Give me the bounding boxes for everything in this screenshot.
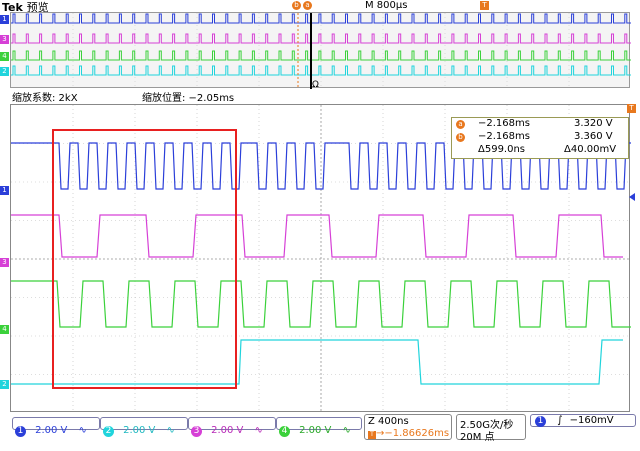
ov-ch4-marker: 4 bbox=[0, 52, 9, 61]
top-bar: Tek 预览 b a M 800μs T bbox=[0, 0, 640, 14]
ch1-scale: 2.00 V bbox=[35, 425, 68, 436]
overview-waveform-area[interactable] bbox=[10, 12, 631, 89]
trigger-position-readout: T →−1.86626ms bbox=[368, 428, 449, 439]
zoom-factor: 缩放系数: 2kX bbox=[12, 93, 78, 104]
overview-traces bbox=[11, 13, 631, 89]
timebase-readout[interactable]: M 800μs bbox=[365, 0, 407, 11]
ch4-scale: 2.00 V bbox=[299, 425, 332, 436]
zoom-time-scale: Z 400ns bbox=[368, 416, 409, 427]
cursor-b-time: −2.168ms bbox=[478, 131, 530, 142]
ov-ch3-marker: 3 bbox=[0, 35, 9, 44]
ch4-scale-button[interactable]: 4 2.00 V ∿ bbox=[276, 417, 362, 437]
zoom-waveform-area[interactable]: a −2.168ms 3.320 V b −2.168ms 3.360 V Δ5… bbox=[10, 104, 631, 413]
cursor-a-icon: a bbox=[456, 120, 465, 129]
ch3-badge: 3 bbox=[191, 426, 202, 437]
trigger-readout[interactable]: 1 ∫ −160mV bbox=[530, 414, 636, 427]
ch2-badge: 2 bbox=[103, 426, 114, 437]
ov-ch1-marker: 1 bbox=[0, 15, 9, 24]
ch2-marker: 2 bbox=[0, 380, 9, 389]
ch4-marker: 4 bbox=[0, 325, 9, 334]
ch3-coupling-icon: ∿ bbox=[254, 425, 263, 436]
ch1-scale-button[interactable]: 1 2.00 V ∿ bbox=[12, 417, 100, 437]
cursor-delta-time: Δ599.0ns bbox=[478, 144, 526, 155]
trigger-level-arrow-icon[interactable] bbox=[629, 193, 635, 201]
ch4-badge: 4 bbox=[279, 426, 290, 437]
horizontal-readout[interactable]: Z 400ns T →−1.86626ms bbox=[364, 414, 452, 440]
ch3-scale: 2.00 V bbox=[211, 425, 244, 436]
ch3-marker: 3 bbox=[0, 258, 9, 267]
trigger-slope-icon: ∫ bbox=[557, 415, 563, 426]
ch2-scale-button[interactable]: 2 2.00 V ∿ bbox=[100, 417, 188, 437]
trigger-level: −160mV bbox=[569, 415, 614, 426]
ov-ch2-marker: 2 bbox=[0, 67, 9, 76]
zoom-position: 缩放位置: −2.05ms bbox=[142, 93, 235, 104]
trigger-position-icon: T bbox=[480, 0, 489, 10]
marker-b-icon[interactable]: b bbox=[292, 0, 301, 10]
main-channel-markers: 1 3 4 2 bbox=[0, 104, 10, 412]
trigger-channel-badge: 1 bbox=[535, 416, 546, 427]
ch1-coupling-icon: ∿ bbox=[78, 425, 87, 436]
ch2-scale: 2.00 V bbox=[123, 425, 156, 436]
ch1-badge: 1 bbox=[15, 426, 26, 437]
acquisition-readout[interactable]: 2.50G次/秒 20M 点 bbox=[456, 414, 526, 443]
cursor-b-icon: b bbox=[456, 133, 465, 142]
cursor-delta-value: Δ40.00mV bbox=[564, 144, 617, 155]
cursor-a-time: −2.168ms bbox=[478, 118, 530, 129]
ch2-coupling-icon: ∿ bbox=[166, 425, 175, 436]
ch3-scale-button[interactable]: 3 2.00 V ∿ bbox=[188, 417, 276, 437]
zoom-info-bar: 缩放系数: 2kX 缩放位置: −2.05ms bbox=[0, 89, 640, 104]
ch4-coupling-icon: ∿ bbox=[342, 425, 351, 436]
ch1-marker: 1 bbox=[0, 186, 9, 195]
trigger-pos-icon: T bbox=[368, 431, 376, 439]
trigger-position-main-icon: T bbox=[627, 104, 636, 113]
trigger-pos-value: −1.86626ms bbox=[384, 428, 450, 439]
cursor-b-value: 3.360 V bbox=[574, 131, 613, 142]
cursor-readout-panel[interactable]: a −2.168ms 3.320 V b −2.168ms 3.360 V Δ5… bbox=[451, 117, 629, 159]
record-length: 20M 点 bbox=[460, 432, 495, 443]
marker-a-icon[interactable]: a bbox=[303, 0, 312, 10]
cursor-a-value: 3.320 V bbox=[574, 118, 613, 129]
